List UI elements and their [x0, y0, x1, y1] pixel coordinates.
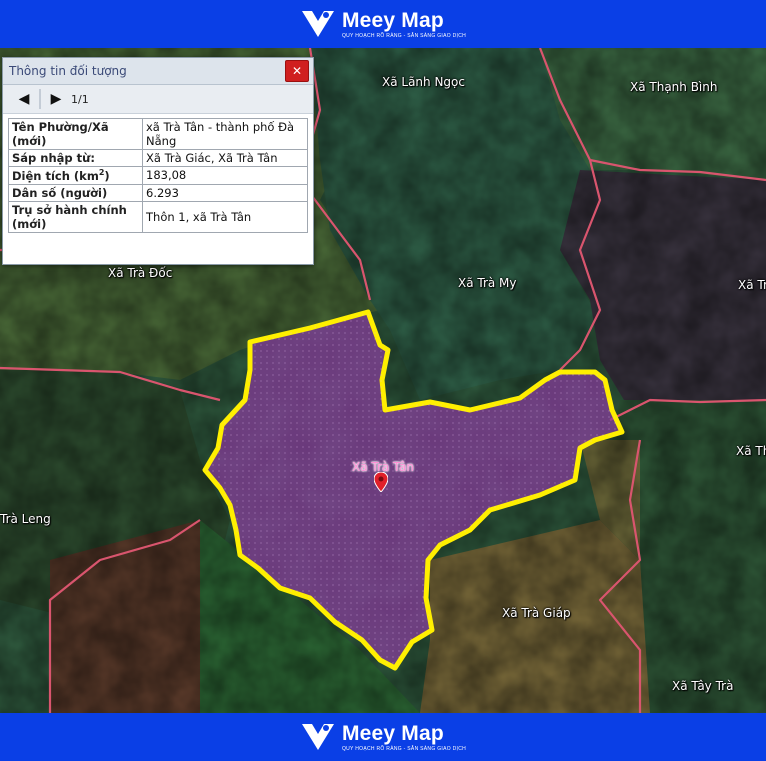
- pager: ◀ ▶ 1/1: [3, 85, 313, 114]
- place-label-tra-leng: Trà Leng: [0, 512, 51, 526]
- place-label-tay-tra: Xã Tây Trà: [672, 679, 734, 693]
- row-value: 183,08: [142, 166, 308, 185]
- map-pin-icon[interactable]: [374, 472, 388, 492]
- place-label-lanh-ngoc: Xã Lãnh Ngọc: [382, 75, 465, 89]
- place-label-tra-right: Xã Trà: [738, 278, 766, 292]
- panel-header: Thông tin đối tượng ✕: [3, 58, 313, 85]
- triangle-right-icon[interactable]: ▶: [45, 89, 67, 109]
- place-label-th-right: Xã Th: [736, 444, 766, 458]
- brand-name: Meey Map: [341, 8, 444, 32]
- meey-logo-icon: [301, 724, 334, 750]
- row-value: xã Trà Tân - thành phố Đà Nẵng: [142, 118, 308, 150]
- place-label-tra-doc: Xã Trà Đốc: [108, 266, 173, 280]
- row-key: Tên Phường/Xã (mới): [8, 118, 143, 150]
- pager-count: 1/1: [71, 92, 89, 106]
- info-table: Tên Phường/Xã (mới) xã Trà Tân - thành p…: [8, 118, 308, 233]
- row-key: Dân số (người): [8, 183, 143, 202]
- row-key: Diện tích (km2): [8, 166, 143, 185]
- row-key-end: ): [104, 168, 110, 183]
- triangle-left-icon[interactable]: ◀: [13, 89, 35, 109]
- table-row: Diện tích (km2) 183,08: [8, 166, 308, 185]
- row-value: 6.293: [142, 183, 308, 202]
- row-value: Xã Trà Giác, Xã Trà Tân: [142, 149, 308, 167]
- pager-divider: [39, 89, 41, 109]
- table-row: Tên Phường/Xã (mới) xã Trà Tân - thành p…: [8, 118, 308, 150]
- table-row: Sáp nhập từ: Xã Trà Giác, Xã Trà Tân: [8, 149, 308, 167]
- object-info-panel: Thông tin đối tượng ✕ ◀ ▶ 1/1 Tên Phường…: [2, 57, 314, 265]
- bottom-brand-bar: Meey Map QUY HOẠCH RÕ RÀNG - SẴN SÀNG GI…: [0, 713, 766, 761]
- brand-logo-bottom[interactable]: Meey Map QUY HOẠCH RÕ RÀNG - SẴN SÀNG GI…: [300, 720, 466, 754]
- meey-logo-icon: [301, 11, 334, 37]
- top-brand-bar: Meey Map QUY HOẠCH RÕ RÀNG - SẴN SÀNG GI…: [0, 0, 766, 48]
- close-icon[interactable]: ✕: [285, 60, 309, 82]
- panel-title: Thông tin đối tượng: [9, 64, 127, 78]
- table-row: Dân số (người) 6.293: [8, 183, 308, 202]
- table-row: Trụ sở hành chính (mới) Thôn 1, xã Trà T…: [8, 200, 308, 233]
- row-key: Trụ sở hành chính (mới): [8, 200, 143, 233]
- place-label-tra-my: Xã Trà My: [458, 276, 517, 290]
- brand-tagline: QUY HOẠCH RÕ RÀNG - SẴN SÀNG GIAO DỊCH: [341, 32, 467, 39]
- brand-name: Meey Map: [341, 721, 444, 745]
- brand-logo[interactable]: Meey Map QUY HOẠCH RÕ RÀNG - SẴN SÀNG GI…: [300, 7, 466, 41]
- row-key-main: Diện tích (km: [12, 168, 99, 183]
- row-value: Thôn 1, xã Trà Tân: [142, 200, 308, 233]
- brand-tagline: QUY HOẠCH RÕ RÀNG - SẴN SÀNG GIAO DỊCH: [341, 745, 467, 752]
- row-key: Sáp nhập từ:: [8, 149, 143, 167]
- place-label-thanh-binh: Xã Thạnh Bình: [630, 80, 718, 94]
- place-label-tra-giap: Xã Trà Giáp: [502, 606, 571, 620]
